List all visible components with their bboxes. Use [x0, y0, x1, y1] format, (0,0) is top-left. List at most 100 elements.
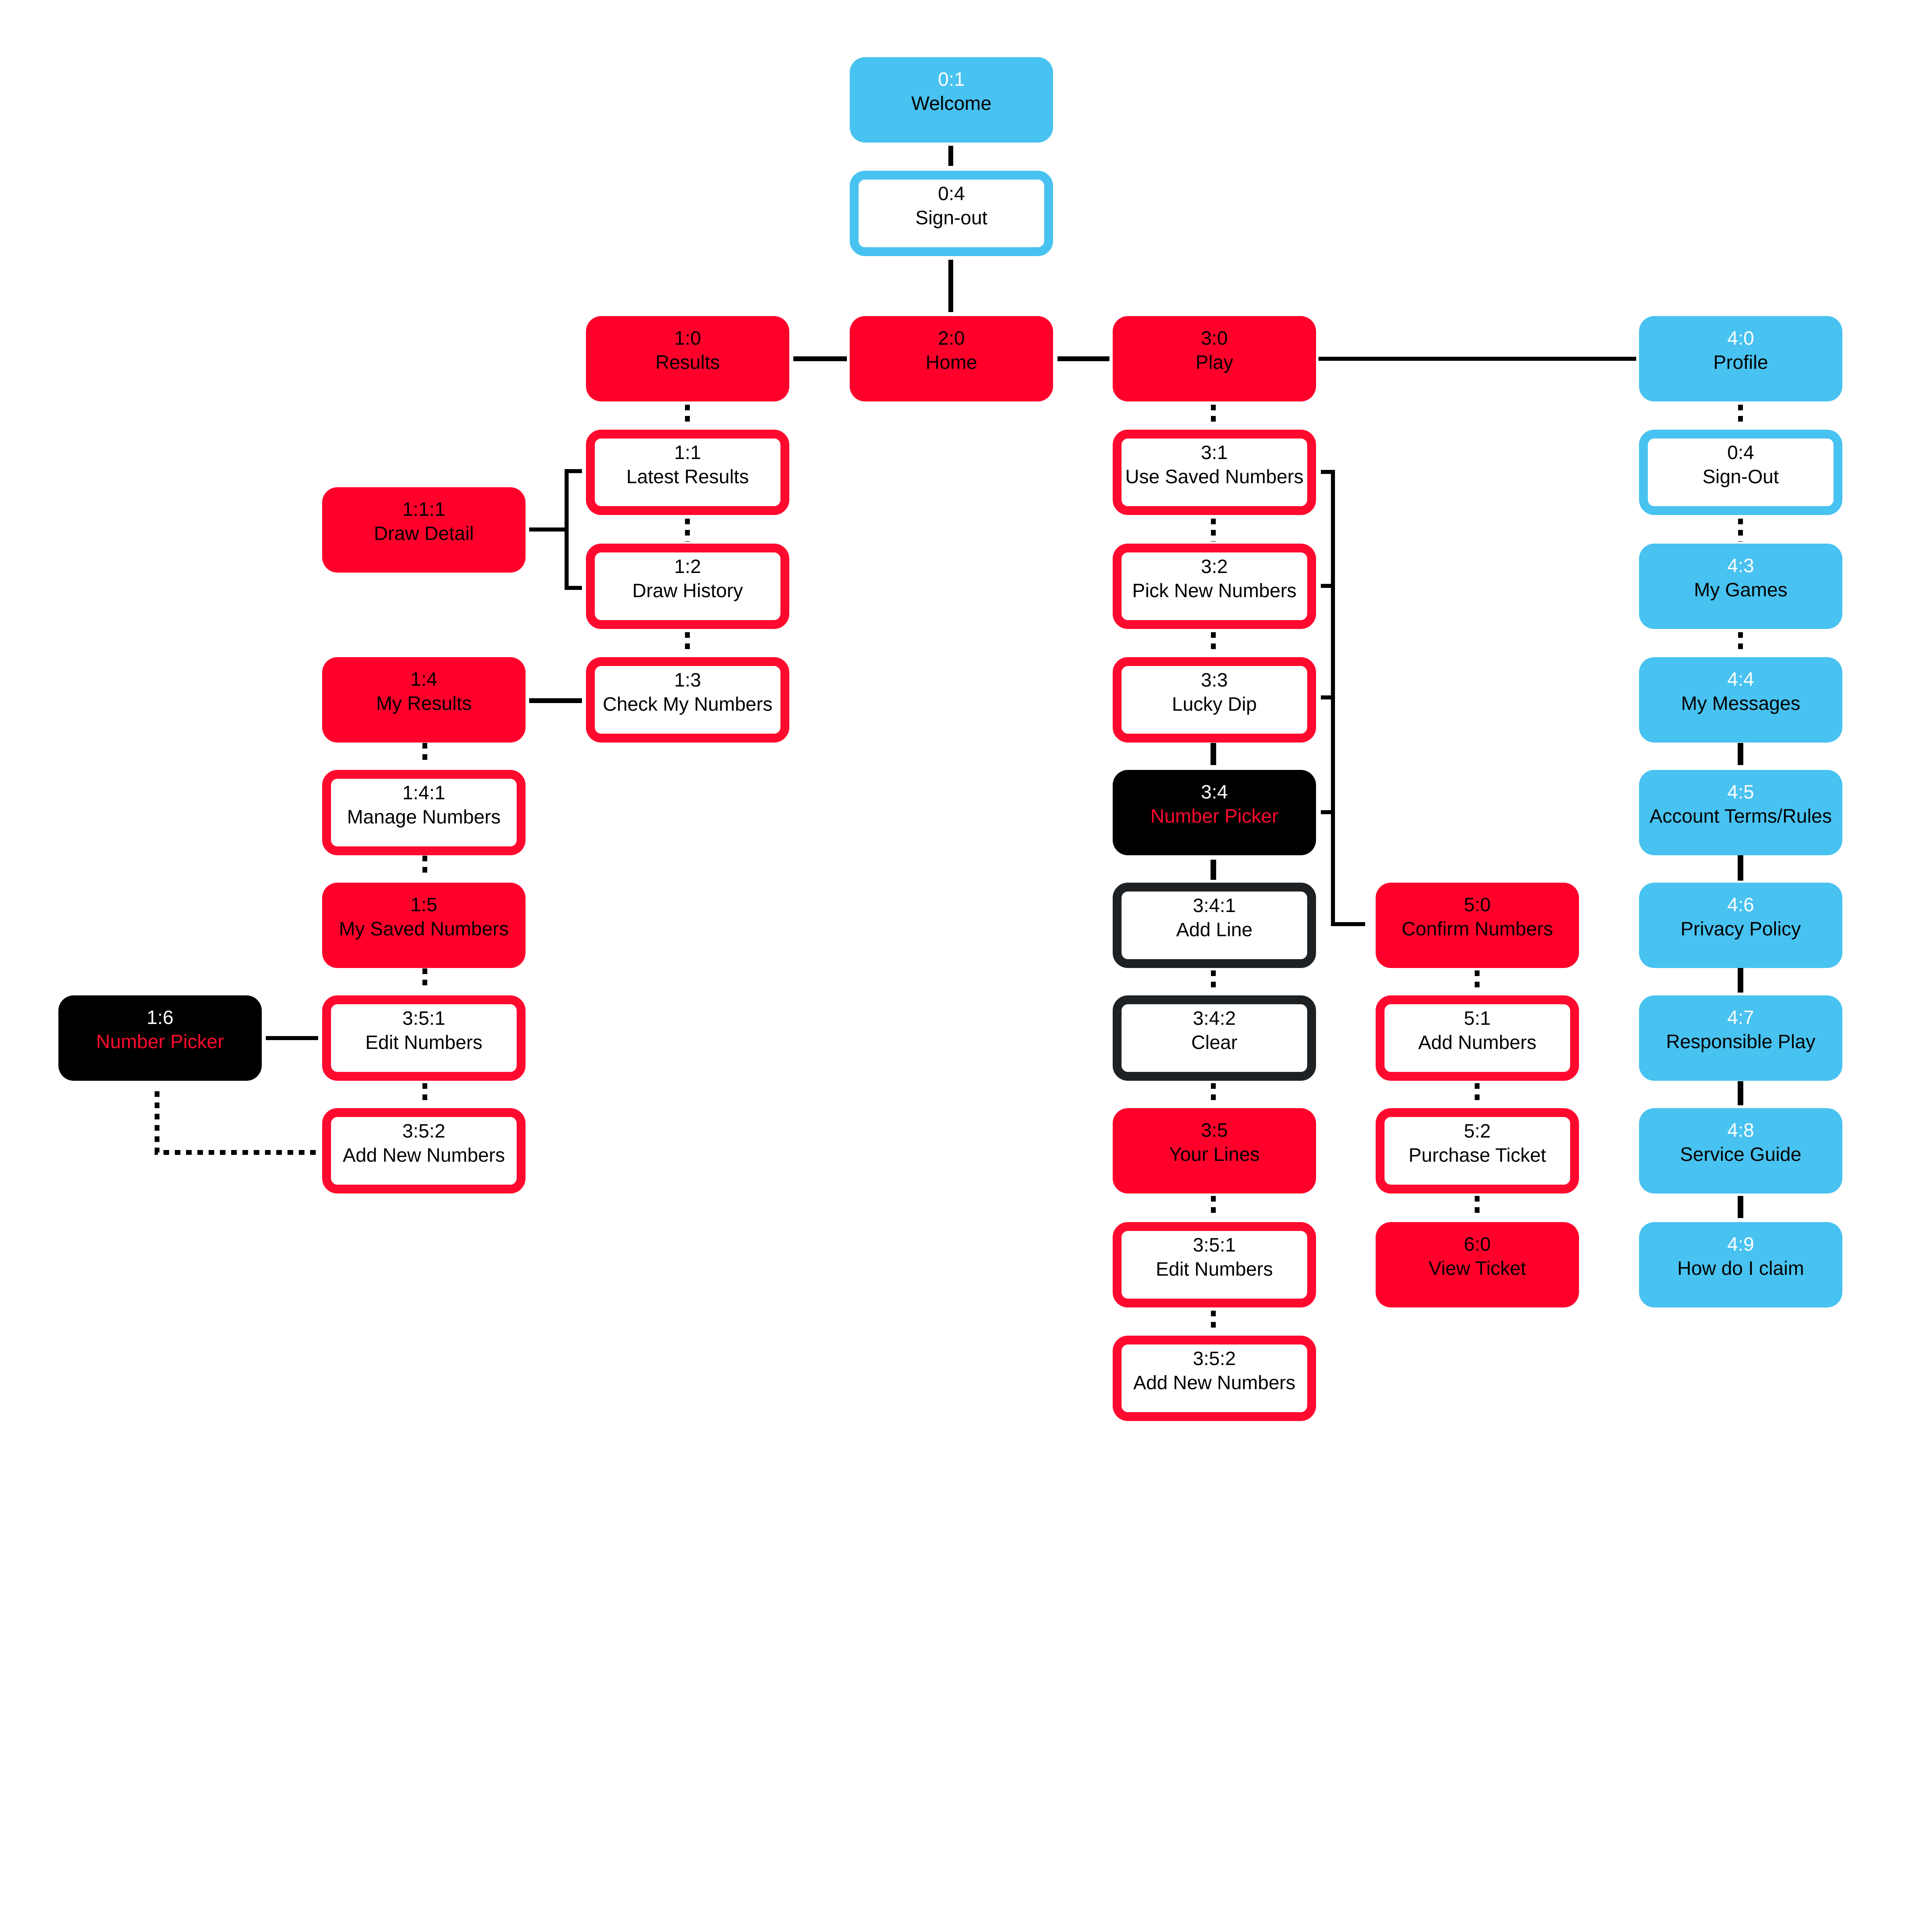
node-edit-numbers[interactable]: 3:5:1 Edit Numbers: [1113, 1222, 1316, 1307]
node-number-picker-left[interactable]: 1:6 Number Picker: [58, 995, 262, 1081]
node-label: Add New Numbers: [1133, 1372, 1296, 1394]
node-my-results[interactable]: 1:4 My Results: [322, 657, 526, 743]
node-label: Add New Numbers: [343, 1145, 505, 1166]
node-latest-results[interactable]: 1:1 Latest Results: [586, 430, 789, 515]
node-label: Manage Numbers: [347, 807, 501, 828]
node-code: 3:0: [1201, 328, 1228, 349]
node-results[interactable]: 1:0 Results: [586, 316, 789, 401]
node-label: My Results: [376, 693, 472, 714]
node-label: Number Picker: [1150, 806, 1279, 827]
node-code: 4:7: [1727, 1007, 1754, 1028]
node-view-ticket[interactable]: 6:0 View Ticket: [1376, 1222, 1579, 1307]
node-code: 3:1: [1201, 442, 1228, 463]
node-add-new-numbers-left[interactable]: 3:5:2 Add New Numbers: [322, 1108, 526, 1194]
node-code: 1:1: [674, 442, 701, 463]
node-code: 1:5: [410, 894, 437, 916]
node-code: 3:5:1: [402, 1008, 445, 1029]
connector-draw-detail-bracket: [565, 469, 582, 590]
node-your-lines[interactable]: 3:5 Your Lines: [1113, 1108, 1316, 1194]
node-code: 1:6: [147, 1007, 174, 1028]
node-number-picker[interactable]: 3:4 Number Picker: [1113, 770, 1316, 855]
node-label: My Saved Numbers: [339, 918, 509, 940]
node-manage-numbers[interactable]: 1:4:1 Manage Numbers: [322, 770, 526, 855]
node-label: Confirm Numbers: [1401, 918, 1553, 940]
node-code: 5:1: [1464, 1008, 1491, 1029]
node-label: My Messages: [1681, 693, 1800, 714]
node-code: 3:4:2: [1193, 1008, 1236, 1029]
node-code: 5:0: [1464, 894, 1491, 916]
node-code: 1:4: [410, 669, 437, 690]
node-code: 0:4: [1727, 442, 1754, 463]
node-code: 5:2: [1464, 1121, 1491, 1142]
node-label: Draw History: [632, 580, 743, 602]
node-check-my-numbers[interactable]: 1:3 Check My Numbers: [586, 657, 789, 743]
node-label: Play: [1195, 352, 1233, 373]
node-code: 1:4:1: [402, 782, 445, 804]
node-label: Privacy Policy: [1680, 918, 1801, 940]
node-label: Your Lines: [1169, 1144, 1260, 1165]
node-code: 1:2: [674, 556, 701, 577]
node-code: 4:4: [1727, 669, 1754, 690]
node-label: Latest Results: [626, 466, 749, 488]
node-account-terms[interactable]: 4:5 Account Terms/Rules: [1639, 770, 1842, 855]
node-how-do-i-claim[interactable]: 4:9 How do I claim: [1639, 1222, 1842, 1307]
node-label: Check My Numbers: [602, 694, 773, 715]
node-label: My Games: [1694, 579, 1788, 601]
node-code: 3:3: [1201, 670, 1228, 691]
node-label: Use Saved Numbers: [1125, 466, 1304, 488]
node-home[interactable]: 2:0 Home: [850, 316, 1053, 401]
node-clear[interactable]: 3:4:2 Clear: [1113, 995, 1316, 1081]
node-draw-history[interactable]: 1:2 Draw History: [586, 544, 789, 629]
node-code: 4:0: [1727, 328, 1754, 349]
node-label: Sign-out: [915, 207, 987, 229]
node-add-line[interactable]: 3:4:1 Add Line: [1113, 883, 1316, 968]
node-privacy-policy[interactable]: 4:6 Privacy Policy: [1639, 883, 1842, 968]
node-signout[interactable]: 0:4 Sign-out: [850, 171, 1053, 256]
node-label: Service Guide: [1680, 1144, 1802, 1165]
node-pick-new-numbers[interactable]: 3:2 Pick New Numbers: [1113, 544, 1316, 629]
node-purchase-ticket[interactable]: 5:2 Purchase Ticket: [1376, 1108, 1579, 1194]
node-code: 3:5: [1201, 1120, 1228, 1141]
node-label: Purchase Ticket: [1408, 1145, 1546, 1166]
node-welcome[interactable]: 0:1 Welcome: [850, 57, 1053, 143]
node-label: Sign-Out: [1702, 466, 1779, 488]
dotted-picker-addnew: [155, 1091, 318, 1155]
node-code: 3:5:1: [1193, 1235, 1236, 1256]
node-play[interactable]: 3:0 Play: [1113, 316, 1316, 401]
node-lucky-dip[interactable]: 3:3 Lucky Dip: [1113, 657, 1316, 743]
node-label: Responsible Play: [1666, 1031, 1815, 1053]
node-use-saved-numbers[interactable]: 3:1 Use Saved Numbers: [1113, 430, 1316, 515]
connector-layer: [155, 146, 1743, 1333]
node-service-guide[interactable]: 4:8 Service Guide: [1639, 1108, 1842, 1194]
node-label: Number Picker: [96, 1031, 224, 1053]
node-label: Add Numbers: [1418, 1032, 1537, 1053]
node-code: 1:3: [674, 670, 701, 691]
node-draw-detail[interactable]: 1:1:1 Draw Detail: [322, 487, 526, 573]
node-add-numbers[interactable]: 5:1 Add Numbers: [1376, 995, 1579, 1081]
node-code: 2:0: [938, 328, 965, 349]
node-code: 4:6: [1727, 894, 1754, 916]
node-responsible-play[interactable]: 4:7 Responsible Play: [1639, 995, 1842, 1081]
node-code: 1:1:1: [402, 499, 445, 520]
node-add-new-numbers[interactable]: 3:5:2 Add New Numbers: [1113, 1336, 1316, 1421]
node-confirm-numbers[interactable]: 5:0 Confirm Numbers: [1376, 883, 1579, 968]
node-my-messages[interactable]: 4:4 My Messages: [1639, 657, 1842, 743]
node-label: Edit Numbers: [365, 1032, 482, 1053]
node-label: Home: [925, 352, 977, 373]
node-my-saved-numbers[interactable]: 1:5 My Saved Numbers: [322, 883, 526, 968]
node-edit-numbers-left[interactable]: 3:5:1 Edit Numbers: [322, 995, 526, 1081]
node-label: View Ticket: [1428, 1258, 1526, 1279]
node-profile[interactable]: 4:0 Profile: [1639, 316, 1842, 401]
node-code: 4:5: [1727, 782, 1754, 803]
node-code: 3:5:2: [1193, 1348, 1236, 1369]
sitemap-diagram: 0:1 Welcome 0:4 Sign-out 1:0 Results 2:0…: [0, 0, 1906, 1932]
node-code: 3:5:2: [402, 1121, 445, 1142]
node-code: 3:4:1: [1193, 895, 1236, 916]
node-label: Add Line: [1176, 919, 1253, 941]
node-label: Clear: [1191, 1032, 1238, 1053]
node-code: 4:3: [1727, 555, 1754, 577]
node-label: Results: [655, 352, 720, 373]
node-label: Draw Detail: [374, 523, 474, 544]
node-my-games[interactable]: 4:3 My Games: [1639, 544, 1842, 629]
node-signout-profile[interactable]: 0:4 Sign-Out: [1639, 430, 1842, 515]
